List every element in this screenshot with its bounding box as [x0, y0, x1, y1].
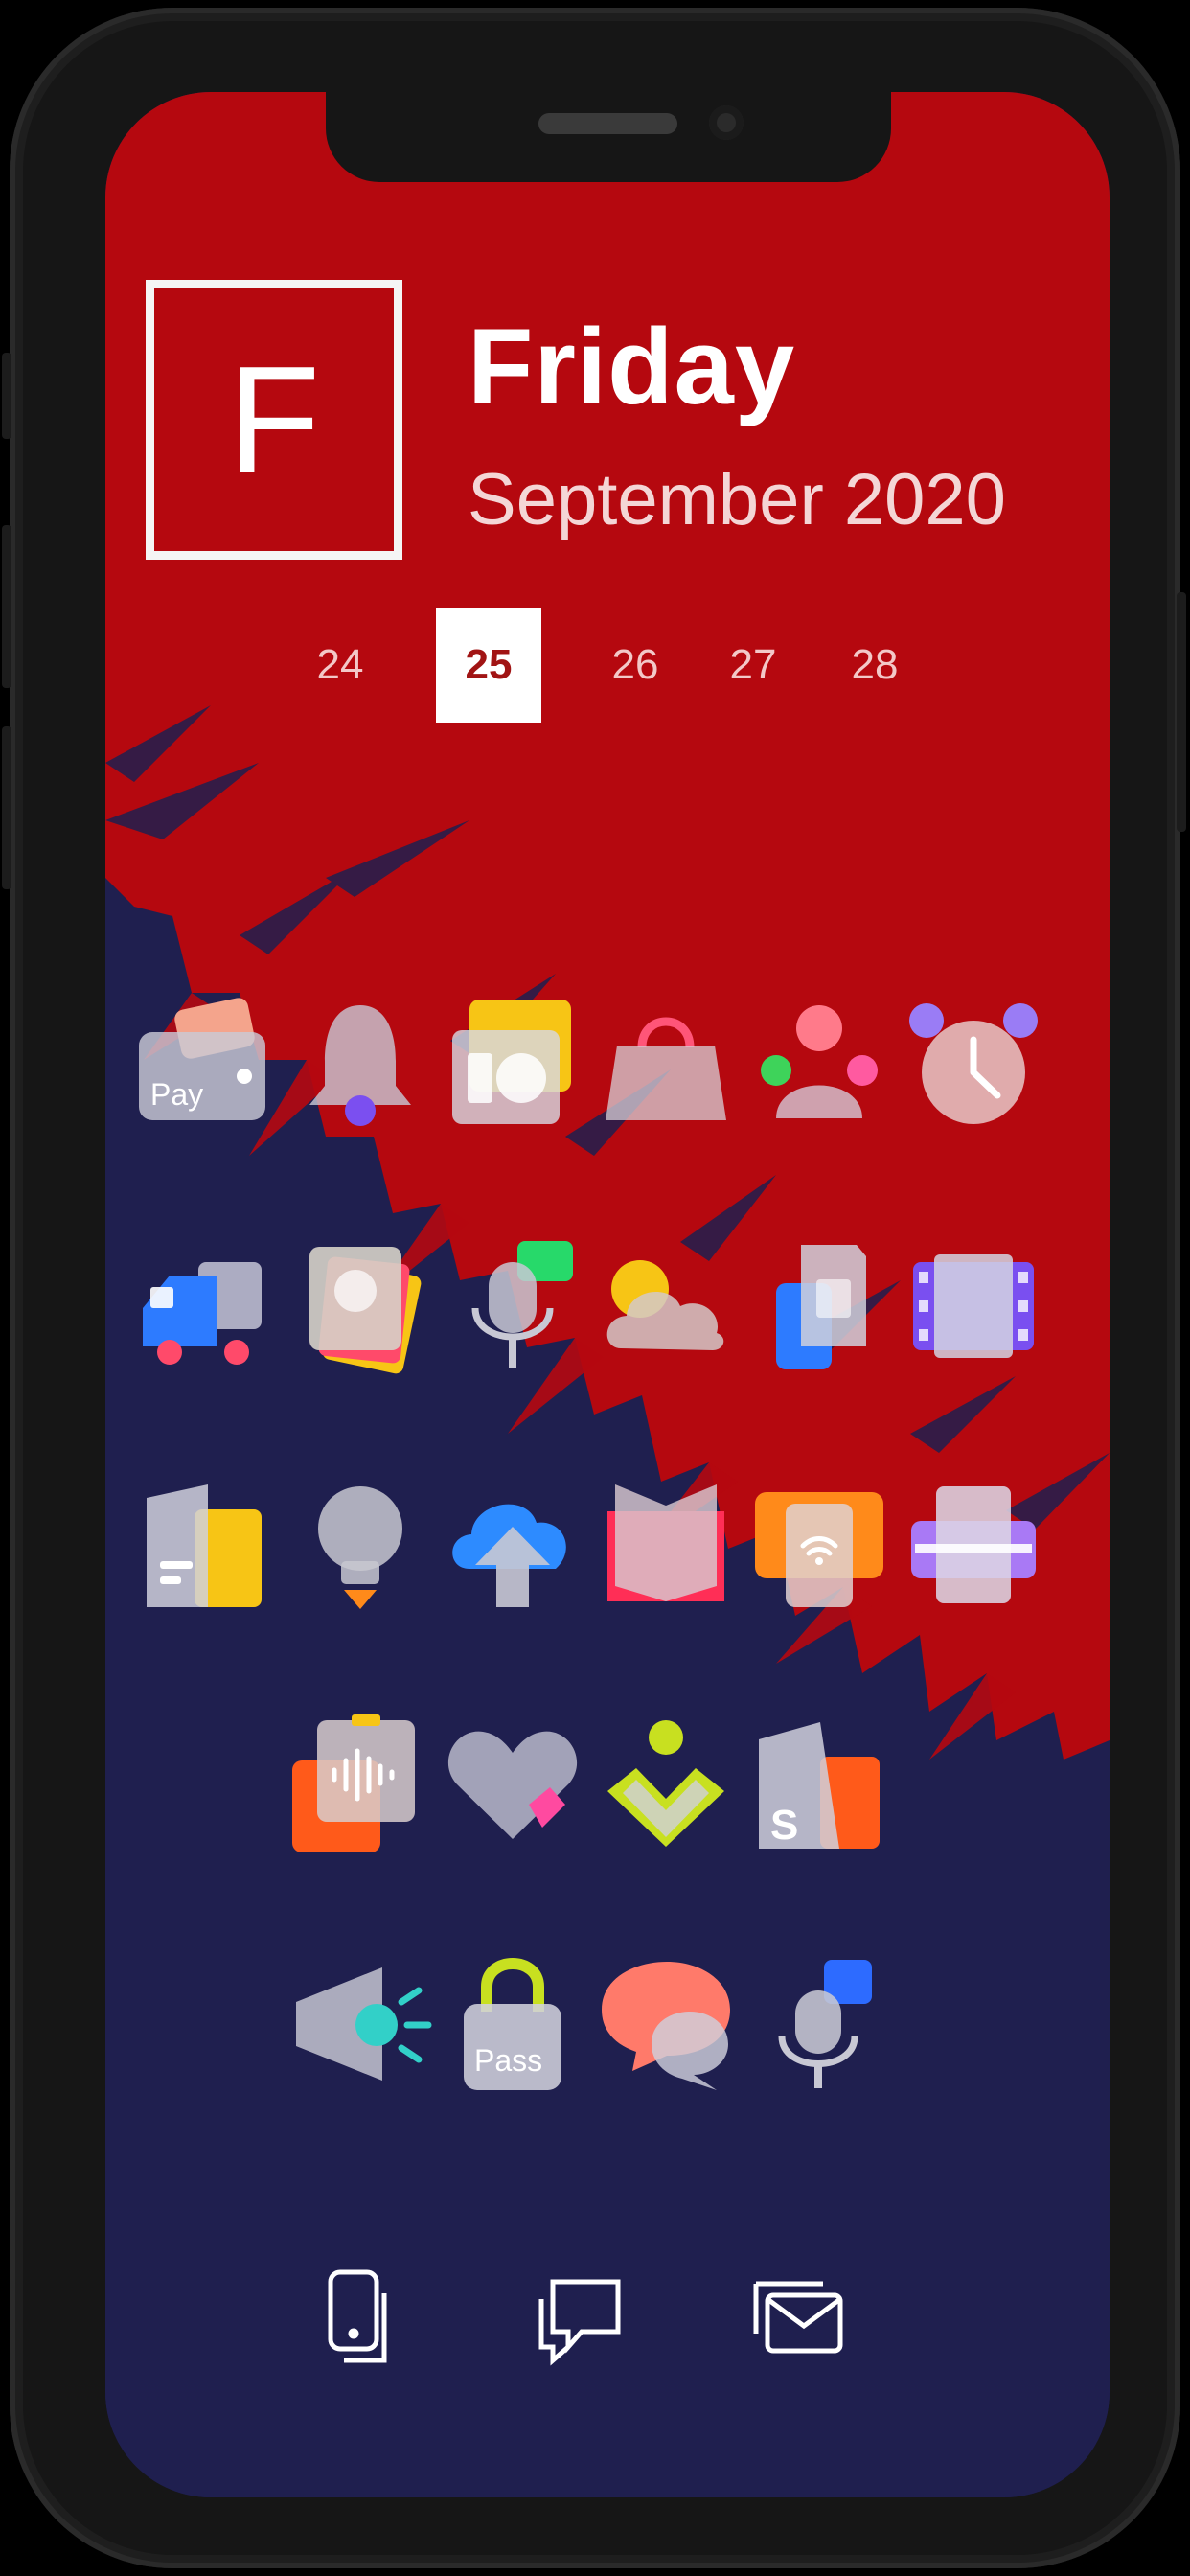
pass-app-icon[interactable]: Pass [436, 1947, 589, 2101]
chat-bubbles-app-icon[interactable] [589, 1947, 743, 2101]
side-button-volume-down [2, 726, 11, 889]
notch [326, 92, 891, 182]
fitness-app-icon[interactable] [589, 1708, 743, 1861]
side-button-volume-up [2, 525, 11, 688]
bell-app-icon[interactable] [284, 989, 437, 1142]
weather-app-icon[interactable] [589, 1229, 743, 1382]
date-item[interactable]: 26 [583, 608, 688, 723]
side-button-power [1177, 592, 1186, 832]
pay-app-icon[interactable]: Pay [126, 989, 280, 1142]
news-app-icon[interactable] [436, 989, 589, 1142]
side-button-mute [2, 353, 11, 439]
date-strip: 24 25 26 27 28 [105, 608, 1110, 723]
day-name: Friday [468, 307, 796, 426]
phone-icon[interactable] [305, 2260, 420, 2375]
film-app-icon[interactable] [897, 1229, 1050, 1382]
audio-app-icon[interactable] [284, 1708, 437, 1861]
alarm-clock-app-icon[interactable] [897, 989, 1050, 1142]
voice-assistant-app-icon[interactable] [743, 1947, 896, 2101]
book-app-icon[interactable] [589, 1468, 743, 1622]
pass-label: Pass [474, 2043, 542, 2078]
printer-app-icon[interactable] [897, 1468, 1050, 1622]
date-item[interactable]: 28 [822, 608, 927, 723]
delivery-truck-app-icon[interactable] [126, 1229, 280, 1382]
home-screen: F Friday September 2020 24 25 26 27 28 P… [105, 92, 1110, 2497]
sim-card-app-icon[interactable] [743, 1229, 896, 1382]
date-item[interactable]: 27 [700, 608, 806, 723]
day-initial-box[interactable]: F [146, 280, 402, 560]
date-item-selected[interactable]: 25 [436, 608, 541, 723]
day-initial: F [227, 334, 321, 504]
pay-label: Pay [150, 1077, 203, 1112]
month-year: September 2020 [468, 459, 1006, 540]
earpiece-speaker [538, 113, 677, 134]
health-heart-app-icon[interactable] [436, 1708, 589, 1861]
wifi-camera-app-icon[interactable] [743, 1468, 896, 1622]
cloud-upload-app-icon[interactable] [436, 1468, 589, 1622]
messages-icon[interactable] [521, 2260, 636, 2375]
contacts-app-icon[interactable] [743, 989, 896, 1142]
documents-app-icon[interactable] [126, 1468, 280, 1622]
email-icon[interactable] [742, 2260, 857, 2375]
megaphone-app-icon[interactable] [284, 1947, 437, 2101]
phone-frame: F Friday September 2020 24 25 26 27 28 P… [2, 8, 1186, 2568]
lightbulb-app-icon[interactable] [284, 1468, 437, 1622]
s-app-icon[interactable]: S [743, 1708, 896, 1861]
voice-recorder-app-icon[interactable] [436, 1229, 589, 1382]
date-item[interactable]: 24 [287, 608, 393, 723]
photo-gallery-app-icon[interactable] [284, 1229, 437, 1382]
s-label: S [770, 1802, 798, 1849]
front-camera [709, 105, 744, 140]
shopping-bag-app-icon[interactable] [589, 989, 743, 1142]
